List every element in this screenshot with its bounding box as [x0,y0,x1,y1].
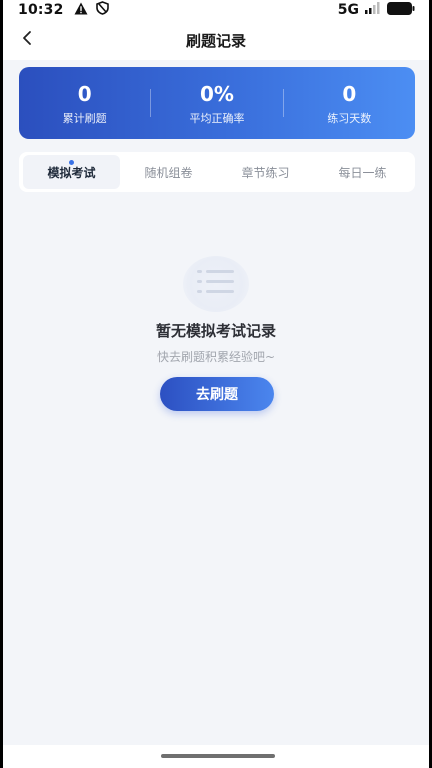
home-indicator[interactable] [161,754,275,758]
list-icon [196,268,236,300]
warning-icon [74,2,88,19]
stat-value: 0 [77,82,92,106]
go-practice-button[interactable]: 去刷题 [160,377,274,411]
stats-card: 0 累计刷题 0% 平均正确率 0 练习天数 [19,67,415,139]
stat-total-questions: 0 累计刷题 [19,67,150,139]
tab-chapter-practice[interactable]: 章节练习 [217,155,314,189]
signal-icon [365,2,381,18]
page-title: 刷题记录 [185,31,246,50]
tab-label: 章节练习 [241,165,290,180]
stat-practice-days: 0 练习天数 [284,67,415,139]
stat-value: 0 [342,82,357,106]
status-left-icons [74,1,109,19]
status-right: 5G [337,1,415,19]
active-tab-dot [69,160,74,165]
tab-label: 随机组卷 [144,165,193,180]
tab-random-paper[interactable]: 随机组卷 [120,155,217,189]
back-button[interactable] [13,26,41,54]
tab-label: 模拟考试 [47,165,96,180]
shield-icon [95,1,109,19]
stat-label: 累计刷题 [62,112,107,125]
chevron-left-icon [21,30,33,50]
record-tabs: 模拟考试 随机组卷 章节练习 每日一练 [19,152,415,192]
stat-label: 平均正确率 [189,112,245,125]
tab-daily-practice[interactable]: 每日一练 [314,155,411,189]
tab-label: 每日一练 [338,165,387,180]
empty-state-title: 暂无模拟考试记录 [155,322,276,340]
nav-bar: 刷题记录 [3,20,429,60]
stat-accuracy: 0% 平均正确率 [151,67,282,139]
empty-state-icon-wrap [183,256,249,312]
tab-mock-exam[interactable]: 模拟考试 [23,155,120,189]
status-bar: 10:32 5G [3,0,429,20]
status-time: 10:32 [18,2,64,18]
app-screen: 10:32 5G 刷题记录 0 累计刷题 0% 平均正确率 0 练习天数 模拟考… [3,0,429,768]
stat-value: 0% [200,82,234,106]
network-type: 5G [337,2,359,18]
battery-icon [387,1,415,19]
empty-state-subtitle: 快去刷题积累经验吧~ [156,350,276,364]
stat-label: 练习天数 [327,112,372,125]
